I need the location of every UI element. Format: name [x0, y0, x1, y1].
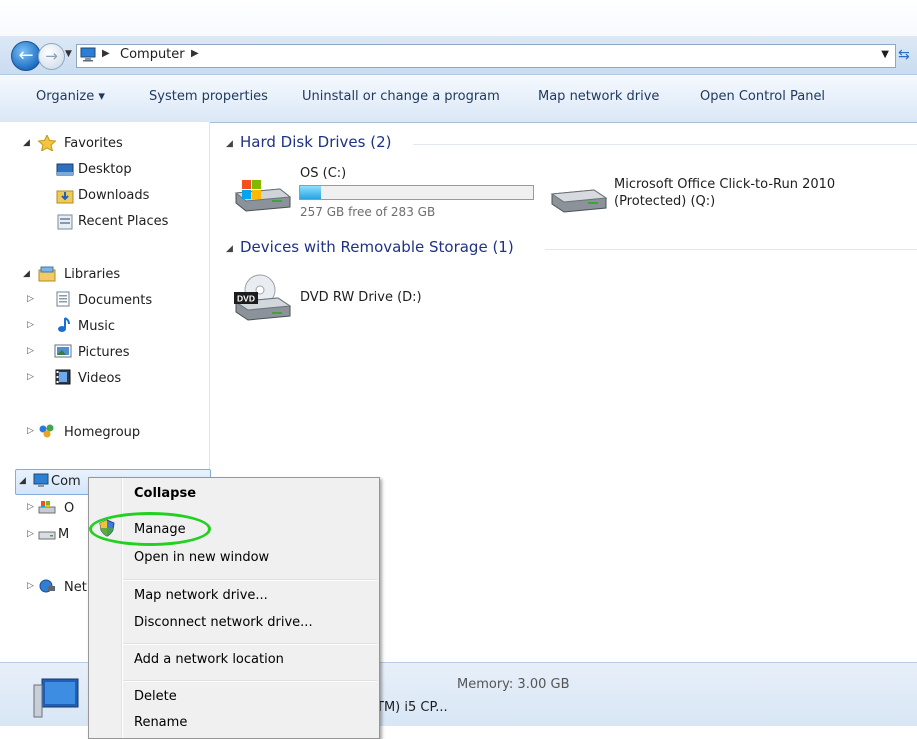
drive-c-name[interactable]: OS (C:)	[300, 166, 346, 181]
forward-arrow-icon: →	[45, 47, 58, 65]
group-collapse-icon[interactable]: ◢	[226, 244, 233, 254]
group-header-removable-storage[interactable]: Devices with Removable Storage (1)	[240, 238, 514, 256]
collapse-arrow-icon[interactable]: ▷	[27, 320, 34, 330]
menu-item-delete[interactable]: Delete	[134, 689, 177, 704]
recent-places-icon	[57, 214, 73, 230]
dvd-badge: DVD	[237, 294, 255, 304]
collapse-arrow-icon[interactable]: ▷	[27, 581, 34, 591]
dvd-drive-icon[interactable]: DVD	[232, 272, 294, 324]
drive-icon	[38, 531, 56, 540]
group-divider	[413, 144, 917, 145]
nav-downloads[interactable]: Downloads	[78, 188, 149, 203]
computer-icon	[33, 678, 79, 718]
nav-videos[interactable]: Videos	[78, 371, 121, 386]
nav-desktop[interactable]: Desktop	[78, 162, 132, 177]
group-divider	[545, 249, 917, 250]
os-drive-icon	[38, 501, 56, 514]
open-control-panel-button[interactable]: Open Control Panel	[700, 89, 825, 104]
forward-button[interactable]: →	[38, 43, 65, 70]
collapse-arrow-icon[interactable]: ▷	[27, 372, 34, 382]
documents-icon	[56, 291, 70, 307]
drive-q-name-line-1[interactable]: Microsoft Office Click-to-Run 2010	[614, 177, 835, 192]
group-header-hard-disk-drives[interactable]: Hard Disk Drives (2)	[240, 133, 391, 151]
breadcrumb-computer[interactable]: Computer	[120, 47, 185, 62]
menu-separator	[123, 643, 377, 645]
address-box[interactable]: ▶ Computer ▶ ▼	[76, 44, 896, 68]
collapse-arrow-icon[interactable]: ▷	[27, 346, 34, 356]
dvd-drive-name[interactable]: DVD RW Drive (D:)	[300, 290, 422, 305]
star-icon	[38, 135, 56, 151]
nav-network[interactable]: Net	[64, 580, 87, 595]
uninstall-program-button[interactable]: Uninstall or change a program	[302, 89, 500, 104]
refresh-icon[interactable]: ⇆	[898, 47, 910, 63]
menu-item-add-network-location[interactable]: Add a network location	[134, 652, 284, 667]
collapse-arrow-icon[interactable]: ▷	[27, 529, 34, 539]
drive-icon[interactable]	[550, 184, 608, 214]
group-collapse-icon[interactable]: ◢	[226, 139, 233, 149]
nav-homegroup[interactable]: Homegroup	[64, 425, 140, 440]
nav-office-drive[interactable]: M	[58, 527, 69, 542]
pictures-icon	[54, 344, 72, 358]
network-icon	[39, 579, 55, 593]
drive-c-usage-fill	[300, 186, 322, 199]
collapse-arrow-icon[interactable]: ▷	[27, 502, 34, 512]
back-arrow-icon: ←	[18, 45, 34, 66]
map-network-drive-button[interactable]: Map network drive	[538, 89, 659, 104]
collapse-arrow-icon[interactable]: ▷	[27, 426, 34, 436]
address-bar-row: ← → ▼ ▶ Computer ▶ ▼ ⇆	[0, 36, 917, 75]
collapse-arrow-icon[interactable]: ▷	[27, 294, 34, 304]
menu-separator	[123, 680, 377, 682]
expand-arrow-icon[interactable]: ◢	[19, 476, 26, 486]
drive-q-name-line-2[interactable]: (Protected) (Q:)	[614, 194, 715, 209]
nav-os-drive[interactable]: O	[64, 501, 74, 516]
nav-computer[interactable]: Com	[51, 474, 81, 489]
libraries-icon	[38, 266, 56, 282]
processor-info: TM) i5 CP...	[376, 700, 448, 715]
nav-music[interactable]: Music	[78, 319, 115, 334]
computer-icon	[33, 473, 49, 487]
nav-favorites[interactable]: Favorites	[64, 136, 123, 151]
homegroup-icon	[39, 424, 54, 438]
nav-pictures[interactable]: Pictures	[78, 345, 129, 360]
window-title-strip	[0, 0, 917, 36]
breadcrumb-separator-icon[interactable]: ▶	[191, 48, 199, 59]
address-dropdown-icon[interactable]: ▼	[881, 49, 889, 60]
annotation-highlight-ring	[89, 512, 211, 546]
downloads-folder-icon	[56, 190, 74, 204]
music-icon	[58, 317, 70, 332]
menu-separator	[123, 579, 377, 581]
menu-item-open-new-window[interactable]: Open in new window	[134, 550, 269, 565]
breadcrumb-separator-icon[interactable]: ▶	[102, 48, 110, 59]
menu-item-map-network-drive[interactable]: Map network drive...	[134, 588, 268, 603]
menu-item-disconnect-network-drive[interactable]: Disconnect network drive...	[134, 615, 313, 630]
videos-icon	[55, 369, 71, 385]
command-bar: Organize ▾ System properties Uninstall o…	[0, 75, 917, 123]
computer-icon	[80, 47, 96, 62]
nav-documents[interactable]: Documents	[78, 293, 152, 308]
desktop-icon	[56, 163, 74, 176]
expand-arrow-icon[interactable]: ◢	[23, 138, 30, 148]
nav-recent-places[interactable]: Recent Places	[78, 214, 168, 229]
expand-arrow-icon[interactable]: ◢	[23, 269, 30, 279]
back-button[interactable]: ←	[11, 41, 41, 71]
system-properties-button[interactable]: System properties	[149, 89, 268, 104]
drive-c-free-space: 257 GB free of 283 GB	[300, 205, 436, 219]
memory-info: Memory: 3.00 GB	[457, 677, 570, 692]
menu-item-rename[interactable]: Rename	[134, 715, 187, 730]
menu-item-collapse[interactable]: Collapse	[134, 486, 196, 501]
os-drive-icon[interactable]	[232, 179, 292, 213]
organize-button[interactable]: Organize ▾	[36, 89, 105, 104]
drive-c-usage-bar	[299, 185, 534, 200]
recent-pages-dropdown-icon[interactable]: ▼	[65, 49, 72, 59]
nav-libraries[interactable]: Libraries	[64, 267, 120, 282]
